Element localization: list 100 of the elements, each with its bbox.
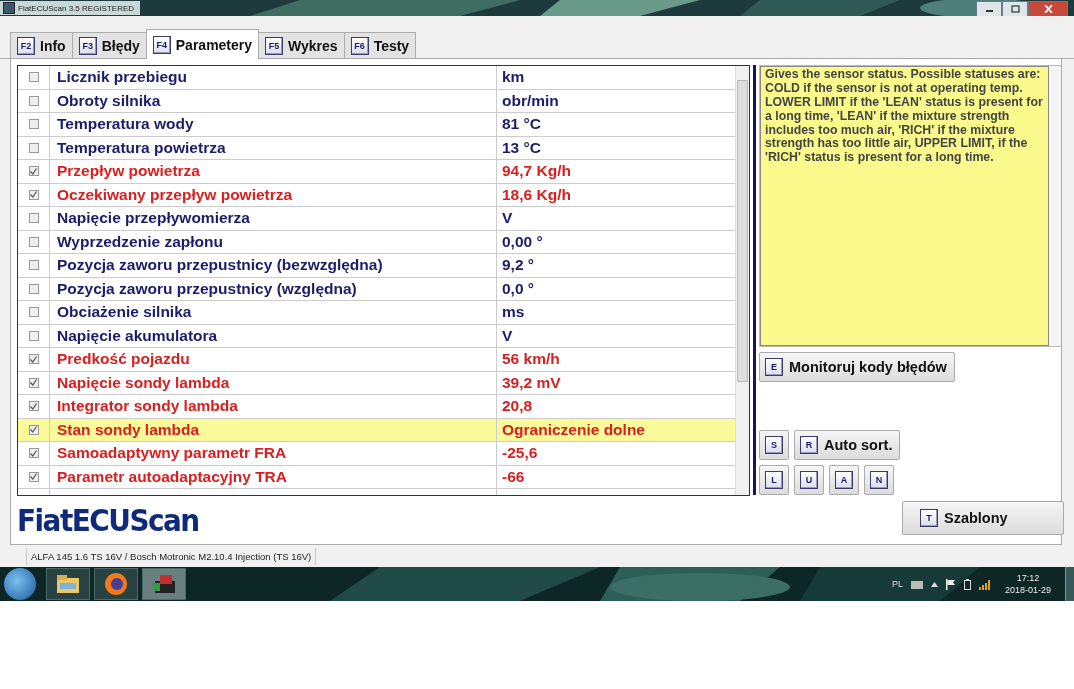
network-icon[interactable]: [978, 578, 991, 590]
button[interactable]: T Szablony: [902, 501, 1064, 535]
checkbox[interactable]: [28, 401, 39, 412]
status-text: ALFA 145 1.6 TS 16V / Bosch Motronic M2.10.4 Injection (TS 16V): [26, 547, 317, 565]
parameter-value: 39,2 mV: [502, 373, 561, 392]
logo: FiatECUScan: [17, 502, 199, 539]
key-label: N: [870, 471, 888, 489]
checkbox[interactable]: [28, 330, 39, 341]
checkbox[interactable]: [28, 354, 39, 365]
key-label: L: [765, 471, 783, 489]
description-text: Gives the sensor status. Possible statuses are: COLD if the sensor is not at operating temp. LOWER LIMIT if the 'LEAN' status is present for a long time, 'LEAN' if the mixture strength includes too much air, 'RICH' if the mixture strength has too little air, UPPER LIMIT, if the 'RICH' status is present for a long time.: [760, 66, 1049, 346]
key-label: T: [920, 509, 938, 527]
parameter-name: Samoadaptywny parametr FRA: [57, 444, 287, 463]
button[interactable]: L: [759, 465, 789, 495]
button-label: Szablony: [944, 510, 1008, 526]
parameter-value: Ograniczenie dolne: [502, 420, 645, 439]
button[interactable]: A: [829, 465, 859, 495]
parameter-name: Pozycja zaworu przepustnicy (bezwzględna): [57, 256, 383, 275]
scrollbar[interactable]: [1049, 66, 1061, 346]
checkbox[interactable]: [28, 119, 39, 130]
parameter-value: -25,6: [502, 444, 538, 463]
parameter-name: Predkość pojazdu: [57, 350, 190, 369]
tab-label: Błędy: [101, 37, 140, 54]
parameter-value: V: [502, 209, 513, 228]
parameter-name: Obroty silnika: [57, 91, 161, 110]
tab[interactable]: F6 Testy: [343, 32, 417, 58]
button-label: Monitoruj kody błędów: [789, 359, 947, 375]
parameter-value: 18,6 Kg/h: [502, 185, 571, 204]
key-label: R: [800, 436, 818, 454]
key-label: F4: [152, 35, 171, 54]
parameter-name: Wyprzedzenie zapłonu: [57, 232, 223, 251]
parameter-value: 13 °C: [502, 138, 541, 157]
parameter-value: 0,00 °: [502, 232, 543, 251]
checkbox[interactable]: [28, 189, 39, 200]
tab[interactable]: F4 Parametery: [145, 29, 260, 59]
parameter-name: Parametr autoadaptacyjny TRA: [57, 467, 287, 486]
parameter-value: obr/min: [502, 91, 559, 110]
checkbox[interactable]: [28, 236, 39, 247]
flag-icon[interactable]: [945, 578, 956, 590]
app-icon: [3, 2, 15, 14]
parameter-value: 0,0 °: [502, 279, 535, 298]
maximize-icon: [1010, 5, 1020, 13]
keyboard-icon[interactable]: [910, 579, 923, 589]
language-indicator[interactable]: PL: [891, 579, 903, 589]
clock-date: 2018-01-29: [1004, 584, 1051, 596]
tab[interactable]: F3 Błędy: [71, 32, 147, 58]
parameter-name: Integrator sondy lambda: [57, 397, 238, 416]
tab-label: Testy: [373, 37, 410, 54]
tab-label: Parametery: [175, 36, 253, 53]
caret-icon[interactable]: [930, 581, 938, 587]
button[interactable]: U: [794, 465, 824, 495]
button[interactable]: S: [759, 430, 789, 460]
checkbox[interactable]: [28, 307, 39, 318]
checkbox[interactable]: [28, 166, 39, 177]
parameter-name: Napięcie sondy lambda: [57, 373, 230, 392]
parameter-name: Pozycja zaworu przepustnicy (względna): [57, 279, 357, 298]
folder-icon[interactable]: [46, 568, 90, 600]
parameter-name: Stan sondy lambda: [57, 420, 200, 439]
parameter-name: Temperatura powietrza: [57, 138, 226, 157]
button[interactable]: R Auto sort.: [794, 430, 901, 460]
parameter-value: V: [502, 326, 513, 345]
checkbox[interactable]: [28, 471, 39, 482]
parameter-value: 81 °C: [502, 115, 541, 134]
key-label: E: [765, 358, 783, 376]
battery-icon[interactable]: [963, 578, 971, 590]
checkbox[interactable]: [28, 72, 39, 83]
parameter-value: 9,2 °: [502, 256, 535, 275]
checkbox[interactable]: [28, 283, 39, 294]
minimize-button[interactable]: [976, 1, 1002, 16]
close-icon: [1043, 5, 1053, 13]
tab[interactable]: F2 Info: [10, 32, 73, 58]
checkbox[interactable]: [28, 142, 39, 153]
show-desktop-button[interactable]: [1065, 567, 1074, 601]
clock-time: 17:12: [1016, 572, 1040, 584]
key-label: S: [765, 436, 783, 454]
parameter-value: 56 km/h: [502, 350, 560, 369]
checkbox[interactable]: [28, 260, 39, 271]
key-label: F6: [350, 36, 369, 55]
parameter-name: Napięcie akumulatora: [57, 326, 218, 345]
checkbox[interactable]: [28, 448, 39, 459]
parameter-name: Obciażenie silnika: [57, 303, 192, 322]
button[interactable]: E Monitoruj kody błędów: [759, 352, 955, 382]
key-label: F3: [78, 36, 97, 55]
parameter-name: Licznik przebiegu: [57, 68, 188, 87]
checkbox[interactable]: [28, 95, 39, 106]
parameter-value: 20,8: [502, 397, 533, 416]
checkbox[interactable]: [28, 424, 39, 435]
checkbox[interactable]: [28, 377, 39, 388]
button[interactable]: N: [864, 465, 894, 495]
tab[interactable]: F5 Wykres: [258, 32, 345, 58]
close-button[interactable]: [1028, 1, 1068, 16]
browser-icon[interactable]: [94, 568, 138, 600]
scrollbar[interactable]: [735, 66, 749, 496]
parameter-value: 94,7 Kg/h: [502, 162, 571, 181]
tab-label: Wykres: [288, 37, 338, 54]
app-icon[interactable]: [142, 568, 186, 600]
parameter-name: Oczekiwany przepływ powietrza: [57, 185, 293, 204]
checkbox[interactable]: [28, 213, 39, 224]
parameter-name: Temperatura wody: [57, 115, 194, 134]
parameter-name: Napięcie przepływomierza: [57, 209, 250, 228]
